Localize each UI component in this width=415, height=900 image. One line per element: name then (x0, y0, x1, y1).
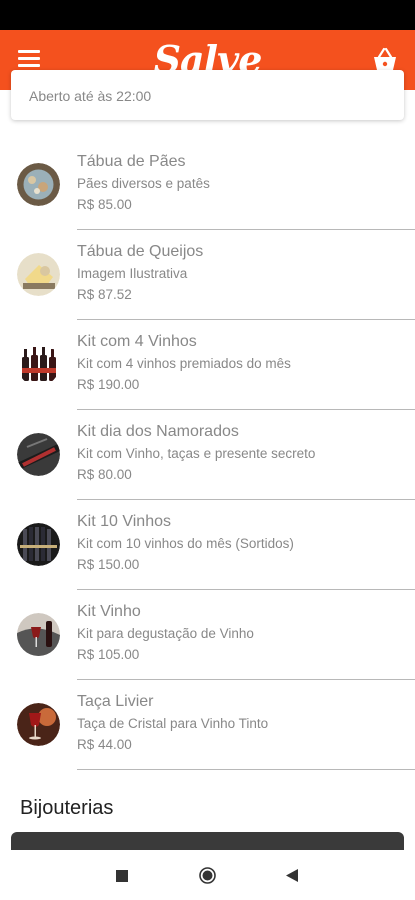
product-description: Pães diversos e patês (77, 176, 210, 191)
system-nav-bar (0, 850, 415, 900)
product-description: Imagem Ilustrativa (77, 266, 188, 281)
product-description: Kit com 4 vinhos premiados do mês (77, 356, 291, 371)
product-image (17, 523, 60, 566)
triangle-back-icon[interactable] (286, 869, 298, 887)
product-image (17, 343, 60, 386)
product-image (17, 703, 60, 746)
product-image (17, 253, 60, 296)
product-price: R$ 80.00 (77, 467, 132, 482)
product-item[interactable]: Kit dia dos Namorados Kit com Vinho, taç… (0, 410, 415, 500)
product-item[interactable]: Tábua de Queijos Imagem Ilustrativa R$ 8… (0, 230, 415, 320)
product-price: R$ 85.00 (77, 197, 132, 212)
product-price: R$ 150.00 (77, 557, 140, 572)
menu-icon[interactable] (18, 50, 40, 70)
product-list: Tábua de Pães Pães diversos e patês R$ 8… (0, 140, 415, 770)
product-item[interactable]: Kit com 4 Vinhos Kit com 4 vinhos premia… (0, 320, 415, 410)
store-hours: Aberto até às 22:00 (29, 88, 152, 104)
product-price: R$ 44.00 (77, 737, 132, 752)
product-name: Kit com 4 Vinhos (77, 333, 197, 350)
product-item[interactable]: Kit 10 Vinhos Kit com 10 vinhos do mês (… (0, 500, 415, 590)
product-image (17, 613, 60, 656)
product-item[interactable]: Kit Vinho Kit para degustação de Vinho R… (0, 590, 415, 680)
square-icon[interactable] (116, 869, 128, 887)
product-name: Kit Vinho (77, 603, 141, 620)
circle-icon[interactable] (199, 867, 216, 889)
product-name: Kit 10 Vinhos (77, 513, 171, 530)
product-name: Tábua de Queijos (77, 243, 204, 260)
product-name: Kit dia dos Namorados (77, 423, 239, 440)
store-info-card: Aberto até às 22:00 (11, 70, 404, 120)
product-description: Taça de Cristal para Vinho Tinto (77, 716, 269, 731)
status-bar (0, 0, 415, 30)
product-image (17, 163, 60, 206)
product-name: Taça Livier (77, 693, 154, 710)
product-name: Tábua de Pães (77, 153, 186, 170)
product-item[interactable]: Taça Livier Taça de Cristal para Vinho T… (0, 680, 415, 770)
product-description: Kit para degustação de Vinho (77, 626, 254, 641)
section-title: Bijouterias (20, 797, 114, 819)
product-description: Kit com Vinho, taças e presente secreto (77, 446, 316, 461)
product-item[interactable]: Tábua de Pães Pães diversos e patês R$ 8… (0, 140, 415, 230)
divider (77, 768, 415, 770)
product-price: R$ 87.52 (77, 287, 132, 302)
product-price: R$ 190.00 (77, 377, 140, 392)
product-image (17, 433, 60, 476)
product-description: Kit com 10 vinhos do mês (Sortidos) (77, 536, 294, 551)
product-price: R$ 105.00 (77, 647, 140, 662)
